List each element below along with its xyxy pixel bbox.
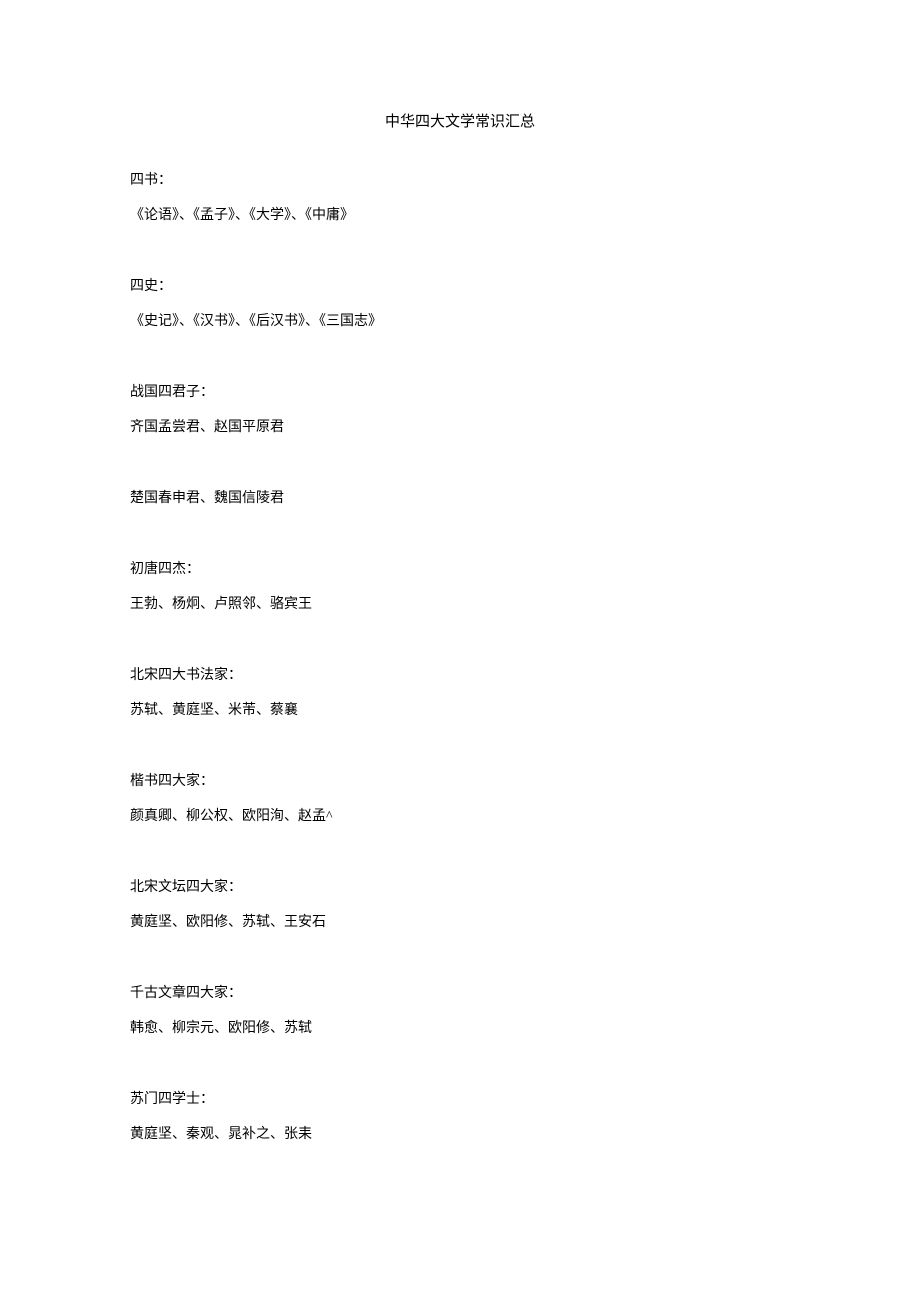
section-heading: 北宋文坛四大家： xyxy=(130,870,790,905)
section-beisong-shufa: 北宋四大书法家： 苏轼、黄庭坚、米芾、蔡襄 xyxy=(130,658,790,728)
section-content: 《论语》、《孟子》、《大学》、《中庸》 xyxy=(130,198,790,233)
section-content: 《史记》、《汉书》、《后汉书》、《三国志》 xyxy=(130,304,790,339)
section-heading: 初唐四杰： xyxy=(130,552,790,587)
section-heading: 北宋四大书法家： xyxy=(130,658,790,693)
section-content: 楚国春申君、魏国信陵君 xyxy=(130,481,790,516)
section-content: 颜真卿、柳公权、欧阳洵、赵孟^ xyxy=(130,799,790,834)
section-zhanguo-2: 楚国春申君、魏国信陵君 xyxy=(130,481,790,516)
document-title: 中华四大文学常识汇总 xyxy=(130,110,790,131)
section-content: 黄庭坚、欧阳修、苏轼、王安石 xyxy=(130,905,790,940)
section-content: 齐国孟尝君、赵国平原君 xyxy=(130,410,790,445)
section-kaishu: 楷书四大家： 颜真卿、柳公权、欧阳洵、赵孟^ xyxy=(130,764,790,834)
section-chutang: 初唐四杰： 王勃、杨炯、卢照邻、骆宾王 xyxy=(130,552,790,622)
section-sishu: 四书： 《论语》、《孟子》、《大学》、《中庸》 xyxy=(130,163,790,233)
document-page: 中华四大文学常识汇总 四书： 《论语》、《孟子》、《大学》、《中庸》 四史： 《… xyxy=(0,0,920,1248)
section-qiangu: 千古文章四大家： 韩愈、柳宗元、欧阳修、苏轼 xyxy=(130,976,790,1046)
section-content: 韩愈、柳宗元、欧阳修、苏轼 xyxy=(130,1011,790,1046)
section-sishi: 四史： 《史记》、《汉书》、《后汉书》、《三国志》 xyxy=(130,269,790,339)
section-content: 黄庭坚、秦观、晁补之、张耒 xyxy=(130,1117,790,1152)
section-content: 苏轼、黄庭坚、米芾、蔡襄 xyxy=(130,693,790,728)
section-heading: 四书： xyxy=(130,163,790,198)
section-heading: 楷书四大家： xyxy=(130,764,790,799)
section-content: 王勃、杨炯、卢照邻、骆宾王 xyxy=(130,587,790,622)
section-heading: 战国四君子： xyxy=(130,375,790,410)
section-sumen: 苏门四学士： 黄庭坚、秦观、晁补之、张耒 xyxy=(130,1082,790,1152)
section-zhanguo-1: 战国四君子： 齐国孟尝君、赵国平原君 xyxy=(130,375,790,445)
section-heading: 四史： xyxy=(130,269,790,304)
section-heading: 千古文章四大家： xyxy=(130,976,790,1011)
section-beisong-wentan: 北宋文坛四大家： 黄庭坚、欧阳修、苏轼、王安石 xyxy=(130,870,790,940)
section-heading: 苏门四学士： xyxy=(130,1082,790,1117)
